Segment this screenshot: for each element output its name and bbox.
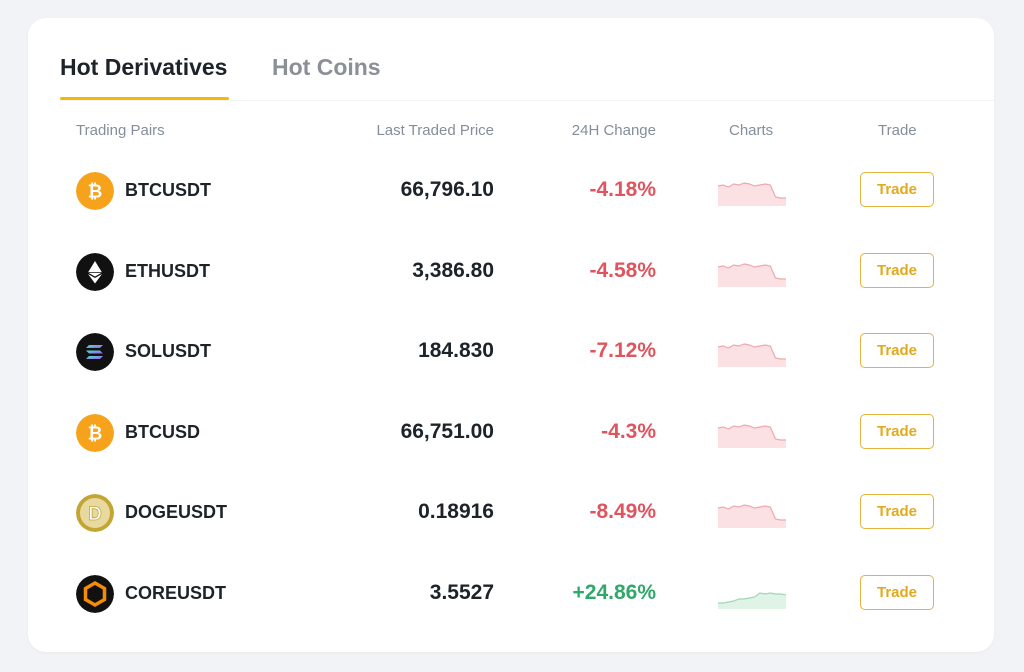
column-header-trading-pairs: Trading Pairs [76,122,165,139]
sparkline-chart [717,176,786,206]
bitcoin-icon: ₿ [76,172,114,210]
table-row[interactable]: ETHUSDT 3,386.80 -4.58% Trade [28,231,994,311]
trade-button[interactable]: Trade [860,575,934,610]
hot-markets-card: Hot Derivatives Hot Coins Trading Pairs … [28,18,994,652]
active-tab-underline [60,97,229,100]
trading-pair[interactable]: SOLUSDT [125,341,211,362]
table-row[interactable]: SOLUSDT 184.830 -7.12% Trade [28,311,994,391]
trade-button[interactable]: Trade [860,333,934,368]
table-row[interactable]: ₿ BTCUSDT 66,796.10 -4.18% Trade [28,150,994,230]
24h-change: -4.3% [601,420,656,443]
svg-text:₿: ₿ [88,424,103,444]
24h-change: -4.58% [589,259,656,282]
tab-hot-coins[interactable]: Hot Coins [272,52,381,82]
dogecoin-icon: D [76,494,114,532]
trading-pair[interactable]: ETHUSDT [125,261,210,282]
sparkline-chart [717,498,786,528]
column-header-charts: Charts [729,122,774,139]
24h-change: -8.49% [589,500,656,523]
table-row[interactable]: COREUSDT 3.5527 +24.86% Trade [28,553,994,633]
sparkline-chart [717,257,786,287]
24h-change: -7.12% [589,339,656,362]
last-traded-price: 3,386.80 [412,259,494,282]
24h-change: +24.86% [572,581,657,604]
last-traded-price: 3.5527 [429,581,494,604]
table-row[interactable]: D DOGEUSDT 0.18916 -8.49% Trade [28,472,994,552]
column-header-last-price: Last Traded Price [376,122,494,139]
trade-button[interactable]: Trade [860,172,934,207]
table-row[interactable]: ₿ BTCUSD 66,751.00 -4.3% Trade [28,392,994,472]
table-header: Trading Pairs Last Traded Price 24H Chan… [28,122,994,146]
core-icon [76,575,114,613]
sparkline-chart [717,337,786,367]
svg-text:D: D [88,504,102,525]
tab-bar: Hot Derivatives Hot Coins [60,52,994,101]
trade-button[interactable]: Trade [860,253,934,288]
trading-pair[interactable]: DOGEUSDT [125,502,227,523]
sparkline-chart [718,579,787,609]
sparkline-chart [717,418,786,448]
column-header-trade: Trade [878,122,917,139]
trading-pair[interactable]: COREUSDT [125,583,226,604]
svg-text:₿: ₿ [88,182,103,202]
last-traded-price: 66,796.10 [400,178,494,201]
tab-hot-derivatives[interactable]: Hot Derivatives [60,52,227,82]
last-traded-price: 184.830 [418,339,494,362]
column-header-24h-change: 24H Change [571,122,656,139]
trading-pair[interactable]: BTCUSDT [125,180,211,201]
trade-button[interactable]: Trade [860,494,934,529]
trading-pair[interactable]: BTCUSD [125,422,200,443]
24h-change: -4.18% [589,178,656,201]
solana-icon [76,333,114,371]
trade-button[interactable]: Trade [860,414,934,449]
ethereum-icon [76,253,114,291]
last-traded-price: 0.18916 [418,500,494,523]
bitcoin-icon: ₿ [76,414,114,452]
last-traded-price: 66,751.00 [400,420,494,443]
